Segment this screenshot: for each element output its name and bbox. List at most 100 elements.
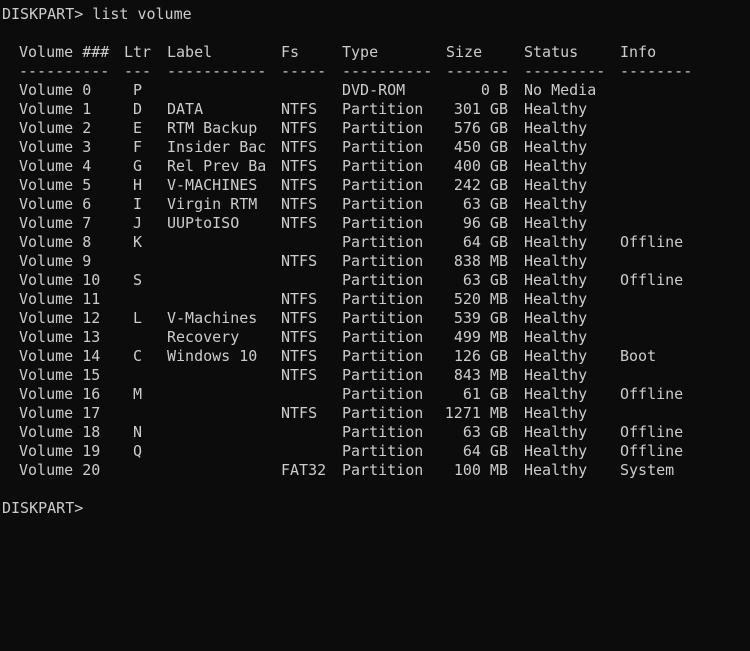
fs-cell: NTFS xyxy=(281,290,318,308)
command-line: DISKPART> list volume xyxy=(0,5,192,24)
table-row: Volume 5 H V-MACHINES NTFS Partition 242… xyxy=(0,176,587,195)
separator-volume: ---------- xyxy=(19,62,110,80)
label-cell: RTM Backup xyxy=(167,119,258,137)
status-cell: Healthy xyxy=(524,252,588,270)
volume-cell: Volume 20 xyxy=(19,461,101,479)
separator-size: ------- xyxy=(446,62,510,80)
volume-cell: Volume 13 xyxy=(19,328,101,346)
volume-cell: Volume 2 xyxy=(19,119,92,137)
type-cell: Partition xyxy=(342,195,424,213)
fs-cell: NTFS xyxy=(281,404,318,422)
volume-cell: Volume 19 xyxy=(19,442,101,460)
header-status: Status xyxy=(524,43,579,61)
label-cell: V-MACHINES xyxy=(167,176,258,194)
volume-cell: Volume 11 xyxy=(19,290,101,308)
table-row: Volume 16 M Partition 61 GB Healthy Offl… xyxy=(0,385,683,404)
status-cell: Healthy xyxy=(524,442,588,460)
separator-fs: ----- xyxy=(281,62,327,80)
console-window[interactable]: DISKPART> list volume Volume ### Ltr Lab… xyxy=(0,0,750,523)
status-cell: Healthy xyxy=(524,233,588,251)
ltr-cell: E xyxy=(133,119,143,137)
command-text: DISKPART> list volume xyxy=(2,5,192,23)
status-cell: Healthy xyxy=(524,347,588,365)
table-row: Volume 10 S Partition 63 GB Healthy Offl… xyxy=(0,271,683,290)
size-cell: 63 GB xyxy=(462,423,508,441)
table-row: Volume 11 NTFS Partition 520 MB Healthy xyxy=(0,290,587,309)
volume-cell: Volume 8 xyxy=(19,233,92,251)
table-row: Volume 12 L V-Machines NTFS Partition 53… xyxy=(0,309,587,328)
info-cell: System xyxy=(620,461,675,479)
type-cell: Partition xyxy=(342,385,424,403)
type-cell: Partition xyxy=(342,404,424,422)
header-size: Size xyxy=(446,43,483,61)
volume-cell: Volume 10 xyxy=(19,271,101,289)
label-cell: Recovery xyxy=(167,328,240,346)
label-cell: Rel Prev Ba xyxy=(167,157,267,175)
ltr-cell: L xyxy=(133,309,143,327)
ltr-cell: C xyxy=(133,347,143,365)
volume-cell: Volume 17 xyxy=(19,404,101,422)
status-cell: Healthy xyxy=(524,138,588,156)
fs-cell: NTFS xyxy=(281,138,318,156)
type-cell: Partition xyxy=(342,271,424,289)
type-cell: Partition xyxy=(342,138,424,156)
fs-cell: NTFS xyxy=(281,157,318,175)
table-row: Volume 18 N Partition 63 GB Healthy Offl… xyxy=(0,423,683,442)
info-cell: Offline xyxy=(620,442,684,460)
status-cell: Healthy xyxy=(524,290,588,308)
size-cell: 64 GB xyxy=(462,442,508,460)
separator-ltr: --- xyxy=(124,62,152,80)
info-cell: Offline xyxy=(620,271,684,289)
status-cell: Healthy xyxy=(524,157,588,175)
type-cell: Partition xyxy=(342,423,424,441)
table-row: Volume 4 G Rel Prev Ba NTFS Partition 40… xyxy=(0,157,587,176)
ltr-cell: N xyxy=(133,423,143,441)
type-cell: Partition xyxy=(342,366,424,384)
volume-cell: Volume 7 xyxy=(19,214,92,232)
size-cell: 400 GB xyxy=(453,157,508,175)
status-cell: Healthy xyxy=(524,423,588,441)
size-cell: 63 GB xyxy=(462,271,508,289)
status-cell: Healthy xyxy=(524,176,588,194)
status-cell: Healthy xyxy=(524,385,588,403)
type-cell: Partition xyxy=(342,328,424,346)
table-header: Volume ### Ltr Label Fs Type Size Status… xyxy=(0,43,656,62)
table-separator: ---------- --- ----------- ----- -------… xyxy=(0,62,692,81)
size-cell: 126 GB xyxy=(453,347,508,365)
volume-cell: Volume 4 xyxy=(19,157,92,175)
volume-cell: Volume 9 xyxy=(19,252,92,270)
status-cell: No Media xyxy=(524,81,597,99)
fs-cell: NTFS xyxy=(281,252,318,270)
table-row: Volume 9 NTFS Partition 838 MB Healthy xyxy=(0,252,587,271)
volume-cell: Volume 16 xyxy=(19,385,101,403)
label-cell: Virgin RTM xyxy=(167,195,258,213)
ltr-cell: G xyxy=(133,157,143,175)
table-row: Volume 15 NTFS Partition 843 MB Healthy xyxy=(0,366,587,385)
prompt-line[interactable]: DISKPART> xyxy=(0,499,83,518)
info-cell: Offline xyxy=(620,385,684,403)
status-cell: Healthy xyxy=(524,119,588,137)
table-row: Volume 3 F Insider Bac NTFS Partition 45… xyxy=(0,138,587,157)
type-cell: Partition xyxy=(342,309,424,327)
header-type: Type xyxy=(342,43,379,61)
fs-cell: NTFS xyxy=(281,328,318,346)
type-cell: Partition xyxy=(342,100,424,118)
type-cell: Partition xyxy=(342,347,424,365)
fs-cell: NTFS xyxy=(281,309,318,327)
size-cell: 450 GB xyxy=(453,138,508,156)
type-cell: Partition xyxy=(342,442,424,460)
ltr-cell: P xyxy=(133,81,143,99)
volume-cell: Volume 3 xyxy=(19,138,92,156)
size-cell: 61 GB xyxy=(462,385,508,403)
separator-label: ----------- xyxy=(167,62,267,80)
status-cell: Healthy xyxy=(524,404,588,422)
size-cell: 838 MB xyxy=(453,252,508,270)
separator-info: -------- xyxy=(620,62,693,80)
table-row: Volume 14 C Windows 10 NTFS Partition 12… xyxy=(0,347,656,366)
header-ltr: Ltr xyxy=(124,43,152,61)
size-cell: 100 MB xyxy=(453,461,508,479)
size-cell: 520 MB xyxy=(453,290,508,308)
status-cell: Healthy xyxy=(524,195,588,213)
size-cell: 0 B xyxy=(480,81,508,99)
header-label: Label xyxy=(167,43,213,61)
